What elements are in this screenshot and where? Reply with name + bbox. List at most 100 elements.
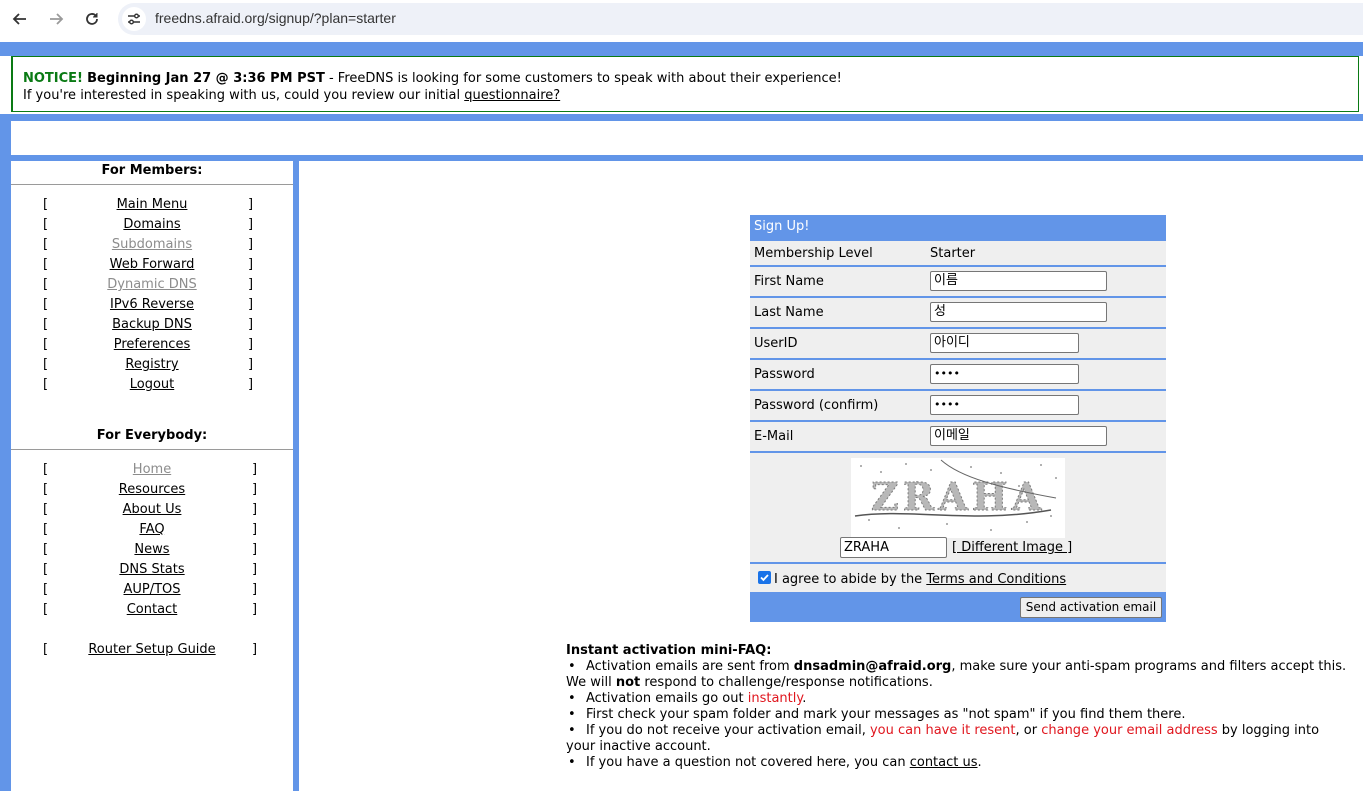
sidebar-item-contact: [ Contact] — [11, 602, 293, 622]
sidebar-item-logout: [Logout] — [11, 377, 293, 397]
sidebar-edge-left — [0, 161, 11, 791]
terms-link[interactable]: Terms and Conditions — [926, 572, 1066, 587]
bracket-open: [ — [43, 502, 49, 517]
sidebar-link-registry[interactable]: Registry — [82, 357, 222, 372]
row-agree: I agree to abide by the Terms and Condit… — [750, 564, 1166, 592]
forward-arrow-icon[interactable] — [44, 7, 68, 31]
resend-link[interactable]: you can have it resent — [870, 723, 1016, 738]
sidebar-link-aup-tos[interactable]: AUP/TOS — [82, 582, 222, 597]
email-label: E-Mail — [754, 429, 794, 444]
bracket-open: [ — [43, 197, 49, 212]
userid-field[interactable]: 아이디 — [930, 333, 1079, 353]
notice-line-1: NOTICE! Beginning Jan 27 @ 3:36 PM PST -… — [23, 71, 842, 86]
site-info-icon[interactable] — [122, 7, 146, 31]
notice-tag: NOTICE! — [23, 71, 83, 86]
password-confirm-field[interactable]: •••• — [930, 395, 1079, 415]
faq-item-2: • Activation emails go out instantly. — [566, 691, 1356, 707]
faq-text: , or — [1015, 723, 1042, 738]
sidebar-item-faq: [FAQ] — [11, 522, 293, 542]
captcha-text: ZRAHA — [871, 474, 1045, 519]
faq-item-1: • Activation emails are sent from dnsadmi… — [566, 659, 1356, 675]
last-name-field[interactable]: 성 — [930, 302, 1107, 322]
reload-icon[interactable] — [80, 7, 104, 31]
sidebar-link-domains[interactable]: Domains — [82, 217, 222, 232]
browser-toolbar: freedns.afraid.org/signup/?plan=starter — [0, 0, 1363, 38]
sidebar-link-router-setup-guide[interactable]: Router Setup Guide — [82, 642, 222, 657]
everybody-divider — [11, 449, 293, 450]
bracket-open: [ — [43, 277, 49, 292]
sidebar-link-backup-dns[interactable]: Backup DNS — [82, 317, 222, 332]
sidebar-item-registry: [Registry] — [11, 357, 293, 377]
contact-us-link[interactable]: contact us — [910, 755, 978, 770]
back-arrow-icon[interactable] — [8, 7, 32, 31]
frame-edge-left — [0, 121, 11, 155]
sidebar-item-subdomains: [Subdomains] — [11, 237, 293, 257]
bracket-close: ] — [252, 482, 258, 497]
sidebar-item-main-menu: [Main Menu] — [11, 197, 293, 217]
different-image-link[interactable]: [ Different Image ] — [952, 540, 1072, 555]
password-confirm-label: Password (confirm) — [754, 398, 879, 413]
activation-faq: Instant activation mini-FAQ: • Activation… — [566, 643, 1356, 771]
email-field[interactable]: 이메일 — [930, 426, 1107, 446]
questionnaire-link[interactable]: questionnaire? — [464, 88, 560, 103]
url-text[interactable]: freedns.afraid.org/signup/?plan=starter — [155, 10, 396, 26]
sidebar-link-contact[interactable]: Contact — [82, 602, 222, 617]
captcha-input[interactable]: ZRAHA — [840, 537, 947, 558]
bullet-icon: • — [568, 723, 576, 738]
sidebar-link-faq[interactable]: FAQ — [82, 522, 222, 537]
row-membership-level: Membership Level Starter — [750, 241, 1166, 265]
signup-form: Sign Up! Membership Level Starter First … — [750, 215, 1166, 622]
faq-text: . — [977, 755, 982, 770]
bracket-open: [ — [43, 377, 49, 392]
notice-headline: Beginning Jan 27 @ 3:36 PM PST — [87, 71, 325, 86]
agree-checkbox[interactable] — [758, 571, 771, 584]
sidebar-link-web-forward[interactable]: Web Forward — [82, 257, 222, 272]
faq-text: Activation emails go out — [586, 691, 748, 706]
bracket-open: [ — [43, 257, 49, 272]
change-email-link[interactable]: change your email address — [1041, 723, 1217, 738]
bracket-open: [ — [43, 237, 49, 252]
faq-emphasis: not — [615, 675, 641, 690]
checkmark-icon — [760, 574, 769, 582]
faq-item-4: • If you do not receive your activation e… — [566, 723, 1356, 739]
sidebar-link-ipv6-reverse[interactable]: IPv6 Reverse — [82, 297, 222, 312]
sidebar-link-subdomains[interactable]: Subdomains — [82, 237, 222, 252]
row-password-confirm: Password (confirm) •••• — [750, 391, 1166, 420]
sidebar-item-news: [News] — [11, 542, 293, 562]
bracket-close: ] — [252, 602, 258, 617]
password-field[interactable]: •••• — [930, 364, 1079, 384]
sidebar-link-news[interactable]: News — [82, 542, 222, 557]
sidebar-link-home[interactable]: Home — [82, 462, 222, 477]
frame-bar-middle — [0, 114, 1363, 121]
bracket-close: ] — [248, 317, 254, 332]
faq-item-1-cont: We will not respond to challenge/respons… — [566, 675, 1356, 691]
bracket-close: ] — [248, 257, 254, 272]
everybody-title: For Everybody: — [96, 428, 208, 443]
sidebar-link-resources[interactable]: Resources — [82, 482, 222, 497]
bracket-open: [ — [43, 602, 49, 617]
bracket-close: ] — [248, 297, 254, 312]
userid-label: UserID — [754, 336, 798, 351]
sidebar-link-main-menu[interactable]: Main Menu — [82, 197, 222, 212]
first-name-field[interactable]: 이름 — [930, 271, 1107, 291]
sidebar-item-domains: [Domains] — [11, 217, 293, 237]
faq-title: Instant activation mini-FAQ: — [566, 643, 772, 658]
bracket-close: ] — [252, 502, 258, 517]
row-last-name: Last Name 성 — [750, 298, 1166, 327]
notice-line-2: If you're interested in speaking with us… — [23, 88, 560, 103]
send-activation-button[interactable]: Send activation email — [1020, 597, 1162, 618]
faq-item-5: • If you have a question not covered here… — [566, 755, 1356, 771]
sidebar-link-dns-stats[interactable]: DNS Stats — [82, 562, 222, 577]
bracket-open: [ — [43, 582, 49, 597]
bracket-close: ] — [252, 462, 258, 477]
bracket-open: [ — [43, 357, 49, 372]
sidebar-link-about-us[interactable]: About Us — [82, 502, 222, 517]
bracket-open: [ — [43, 317, 49, 332]
sidebar-item-dynamic-dns: [Dynamic DNS] — [11, 277, 293, 297]
sidebar-link-dynamic-dns[interactable]: Dynamic DNS — [82, 277, 222, 292]
sidebar-link-preferences[interactable]: Preferences — [82, 337, 222, 352]
bracket-open: [ — [43, 482, 49, 497]
agree-label: I agree to abide by the Terms and Condit… — [774, 572, 1066, 587]
sidebar-link-logout[interactable]: Logout — [82, 377, 222, 392]
sidebar-item-preferences: [Preferences] — [11, 337, 293, 357]
